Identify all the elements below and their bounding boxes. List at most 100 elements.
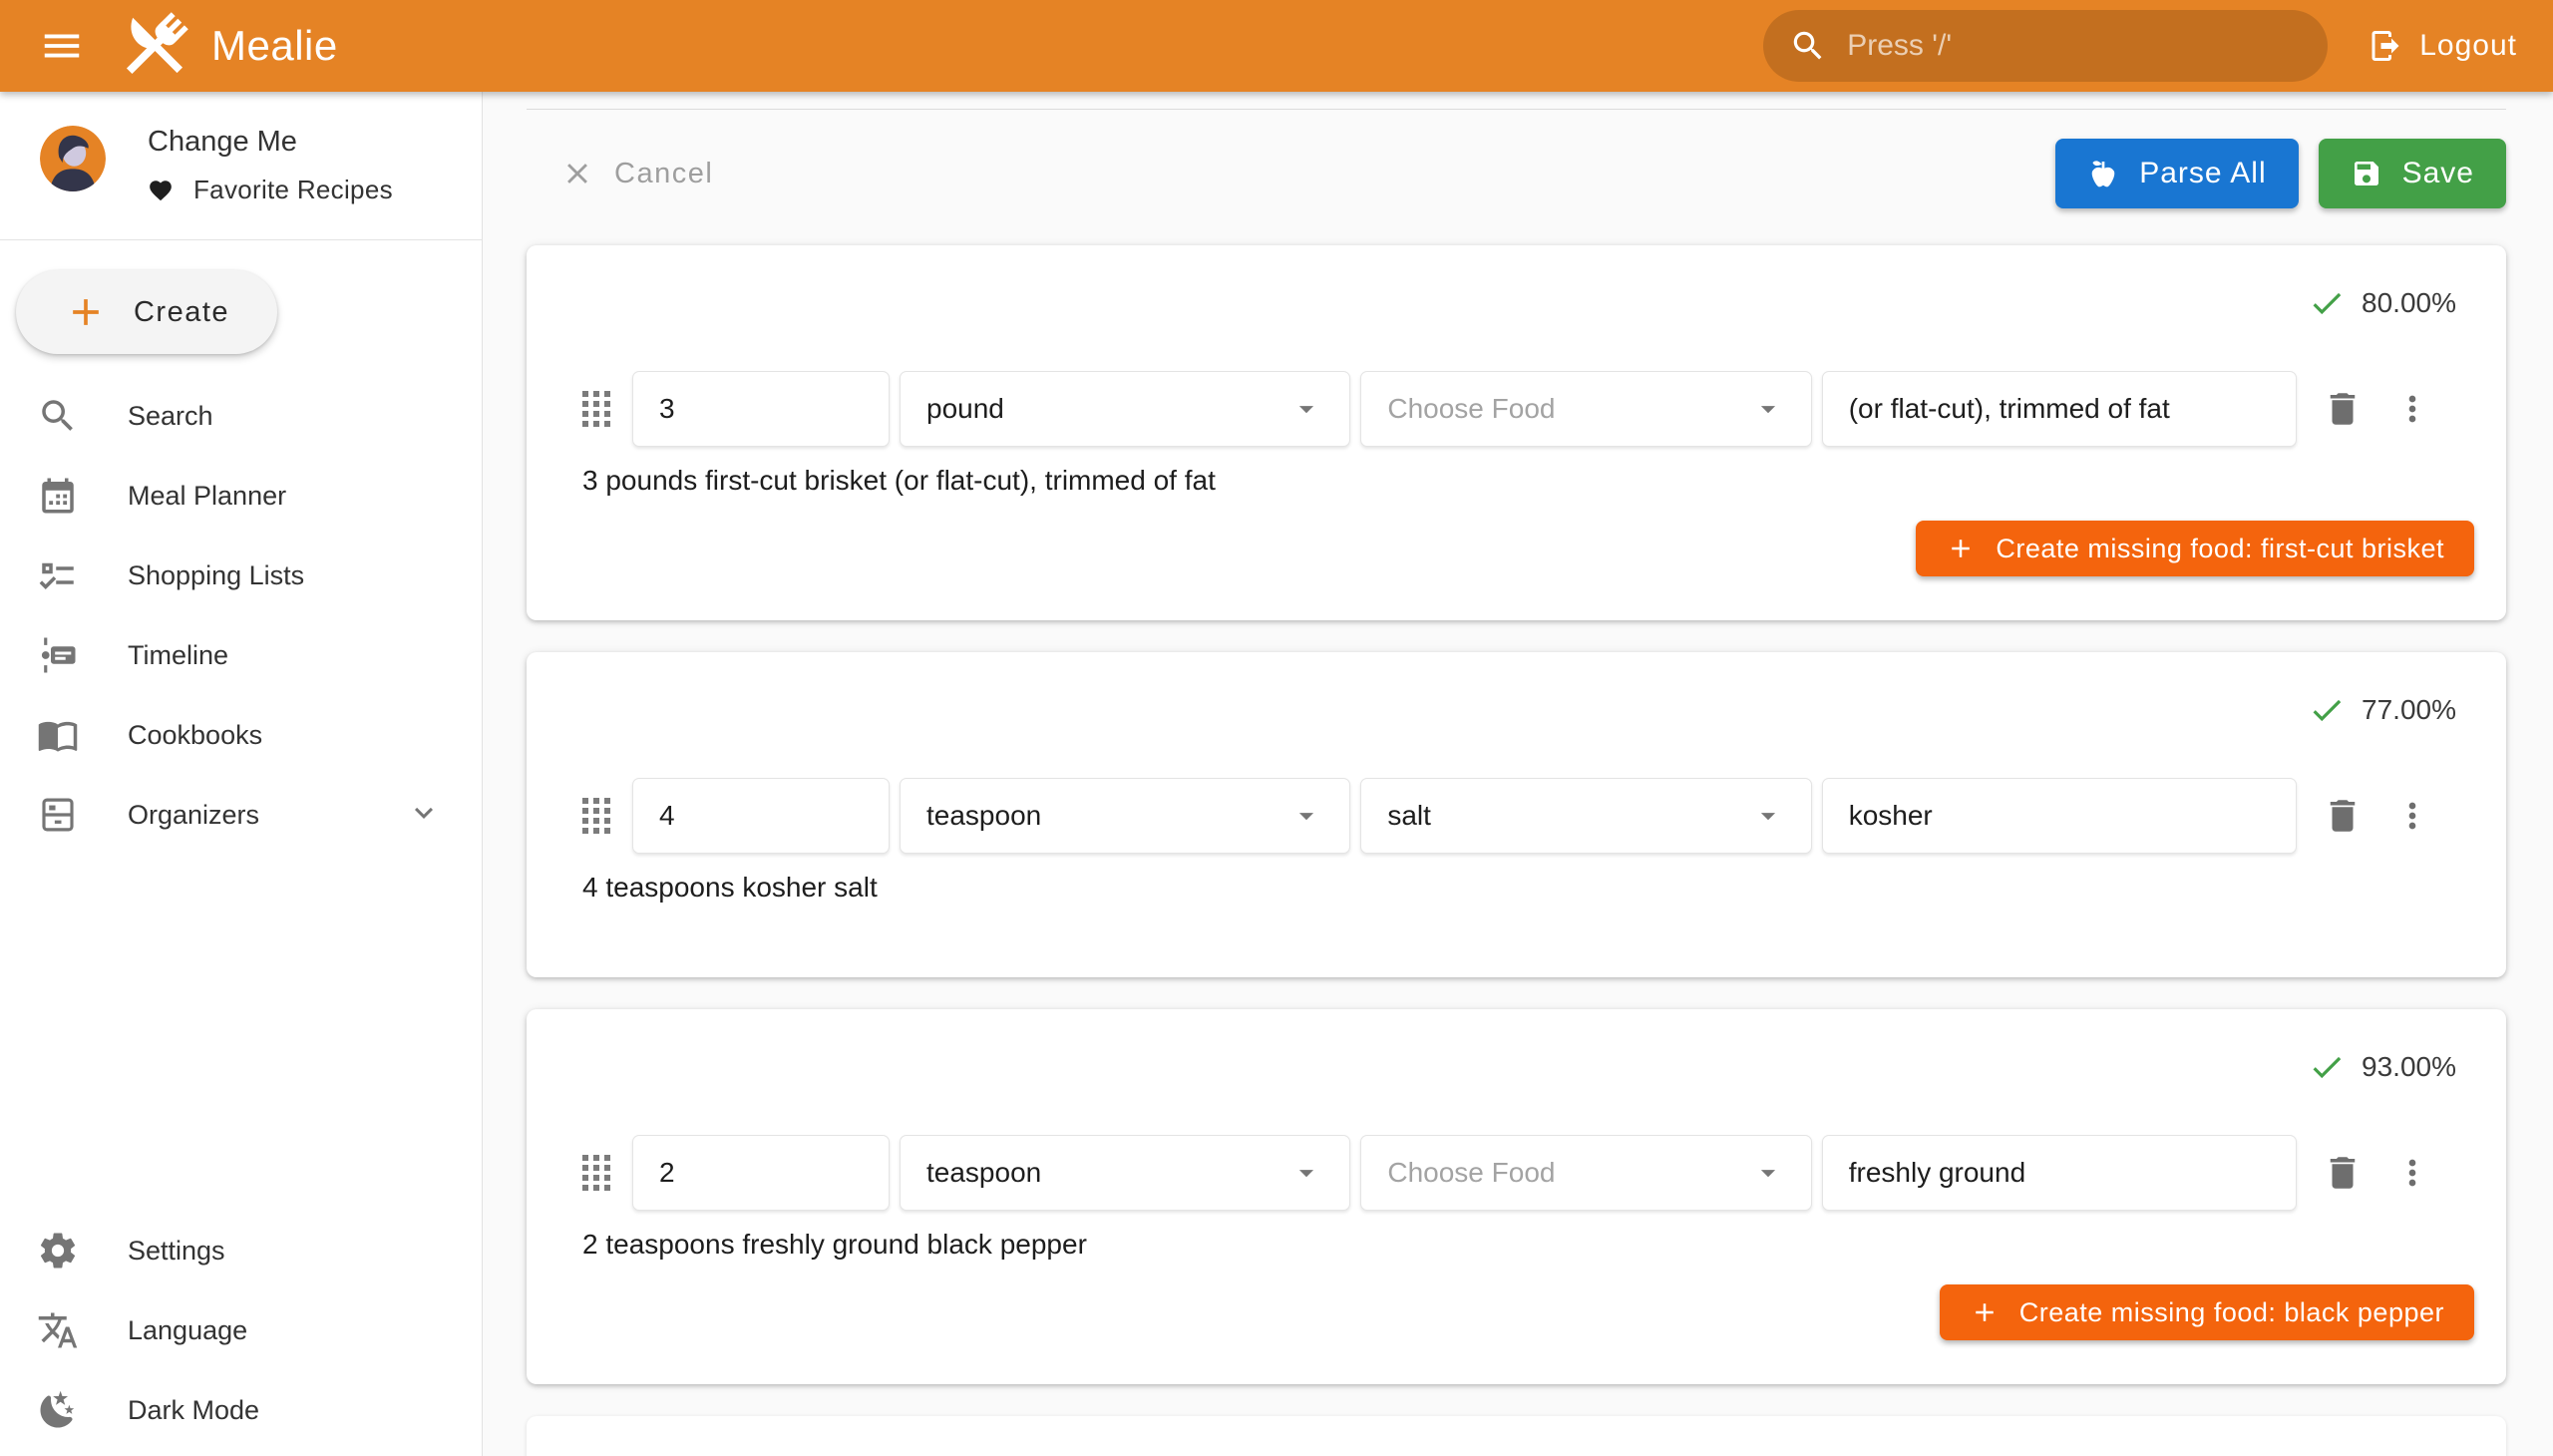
sidebar-item-dark-mode[interactable]: Dark Mode bbox=[0, 1370, 482, 1450]
dropdown-arrow-icon bbox=[1739, 799, 1785, 833]
sidebar-item-label: Meal Planner bbox=[128, 481, 286, 512]
global-search[interactable] bbox=[1763, 10, 2328, 82]
confidence-value: 80.00% bbox=[2362, 287, 2456, 319]
sidebar-item-search[interactable]: Search bbox=[0, 376, 482, 456]
sidebar-item-timeline[interactable]: Timeline bbox=[0, 615, 482, 695]
note-input[interactable]: freshly ground bbox=[1822, 1135, 2297, 1211]
plus-icon bbox=[1970, 1297, 2000, 1327]
apple-icon bbox=[2087, 158, 2119, 189]
sidebar-item-cookbooks[interactable]: Cookbooks bbox=[0, 695, 482, 775]
note-input[interactable]: (or flat-cut), trimmed of fat bbox=[1822, 371, 2297, 447]
trash-icon bbox=[2322, 795, 2364, 837]
unit-select[interactable]: teaspoon bbox=[900, 778, 1350, 854]
food-select[interactable]: Choose Food bbox=[1360, 1135, 1811, 1211]
logout-label: Logout bbox=[2419, 29, 2517, 63]
sidebar-item-meal-planner[interactable]: Meal Planner bbox=[0, 456, 482, 536]
create-missing-food-label: Create missing food: first-cut brisket bbox=[1996, 534, 2444, 564]
heart-icon bbox=[148, 178, 174, 203]
delete-ingredient-button[interactable] bbox=[2313, 1143, 2372, 1203]
food-select-value: Choose Food bbox=[1387, 1157, 1555, 1189]
book-open-icon bbox=[36, 713, 80, 757]
original-ingredient-text: 4 teaspoons kosher salt bbox=[582, 872, 2506, 904]
quantity-value: 2 bbox=[659, 1157, 675, 1189]
create-missing-food-button[interactable]: Create missing food: black pepper bbox=[1940, 1284, 2474, 1340]
quantity-input[interactable]: 2 bbox=[632, 1135, 890, 1211]
cancel-button[interactable]: Cancel bbox=[560, 157, 713, 190]
food-select-value: Choose Food bbox=[1387, 393, 1555, 425]
app-title: Mealie bbox=[211, 22, 338, 70]
create-button[interactable]: Create bbox=[16, 270, 277, 354]
sidebar-divider bbox=[0, 239, 482, 240]
missing-food-row: Create missing food: first-cut brisket bbox=[527, 497, 2506, 620]
original-ingredient-text: 2 teaspoons freshly ground black pepper bbox=[582, 1229, 2506, 1261]
ingredient-card: 77.00% 4 teaspoon salt koshe bbox=[527, 652, 2506, 977]
favorite-recipes-label: Favorite Recipes bbox=[193, 175, 393, 205]
list-checks-icon bbox=[36, 553, 80, 597]
sidebar-item-label: Search bbox=[128, 401, 213, 432]
drag-handle-icon[interactable] bbox=[582, 391, 610, 427]
confidence-check-icon bbox=[2308, 1048, 2346, 1086]
hamburger-menu-button[interactable] bbox=[30, 14, 94, 78]
drag-handle-icon[interactable] bbox=[582, 798, 610, 834]
drag-handle-icon[interactable] bbox=[582, 1155, 610, 1191]
favorite-recipes-link[interactable]: Favorite Recipes bbox=[148, 175, 393, 205]
unit-value: teaspoon bbox=[926, 800, 1041, 832]
mealie-logo-icon[interactable] bbox=[116, 7, 193, 85]
create-button-label: Create bbox=[134, 296, 229, 329]
ingredient-card-partial bbox=[527, 1416, 2506, 1456]
sidebar-item-organizers[interactable]: Organizers bbox=[0, 775, 482, 855]
unit-select[interactable]: teaspoon bbox=[900, 1135, 1350, 1211]
drawers-icon bbox=[36, 793, 80, 837]
original-ingredient-text: 3 pounds first-cut brisket (or flat-cut)… bbox=[582, 465, 2506, 497]
create-missing-food-button[interactable]: Create missing food: first-cut brisket bbox=[1916, 521, 2474, 576]
search-icon bbox=[1789, 27, 1827, 65]
logout-button[interactable]: Logout bbox=[2368, 28, 2517, 64]
parser-toolbar: Cancel Parse All Save bbox=[527, 110, 2506, 237]
note-input[interactable]: kosher bbox=[1822, 778, 2297, 854]
sidebar-item-label: Shopping Lists bbox=[128, 560, 304, 591]
save-button[interactable]: Save bbox=[2319, 139, 2506, 208]
sidebar-item-shopping-lists[interactable]: Shopping Lists bbox=[0, 536, 482, 615]
sidebar-item-label: Cookbooks bbox=[128, 720, 262, 751]
sidebar-item-language[interactable]: Language bbox=[0, 1290, 482, 1370]
calendar-icon bbox=[36, 474, 80, 518]
parse-all-button[interactable]: Parse All bbox=[2055, 139, 2298, 208]
ingredient-menu-button[interactable] bbox=[2382, 379, 2442, 439]
user-profile[interactable]: Change Me Favorite Recipes bbox=[0, 92, 482, 205]
sidebar-item-label: Timeline bbox=[128, 640, 228, 671]
sidebar-item-label: Dark Mode bbox=[128, 1395, 259, 1426]
missing-food-row: Create missing food: black pepper bbox=[527, 1261, 2506, 1384]
save-label: Save bbox=[2402, 157, 2474, 190]
quantity-input[interactable]: 3 bbox=[632, 371, 890, 447]
food-select[interactable]: Choose Food bbox=[1360, 371, 1811, 447]
confidence-value: 77.00% bbox=[2362, 694, 2456, 726]
create-missing-food-label: Create missing food: black pepper bbox=[2019, 1297, 2444, 1328]
app-bar: Mealie Logout bbox=[0, 0, 2553, 92]
food-select[interactable]: salt bbox=[1360, 778, 1811, 854]
unit-select[interactable]: pound bbox=[900, 371, 1350, 447]
delete-ingredient-button[interactable] bbox=[2313, 786, 2372, 846]
confidence-check-icon bbox=[2308, 284, 2346, 322]
confidence-row: 93.00% bbox=[527, 1009, 2506, 1089]
quantity-value: 3 bbox=[659, 393, 675, 425]
logout-icon bbox=[2368, 28, 2403, 64]
ingredient-menu-button[interactable] bbox=[2382, 1143, 2442, 1203]
dropdown-arrow-icon bbox=[1277, 392, 1323, 426]
ingredient-fields-row: 3 pound Choose Food (or flat-cut), trimm… bbox=[527, 371, 2506, 447]
hamburger-icon bbox=[39, 23, 85, 69]
ingredient-menu-button[interactable] bbox=[2382, 786, 2442, 846]
dropdown-arrow-icon bbox=[1739, 392, 1785, 426]
delete-ingredient-button[interactable] bbox=[2313, 379, 2372, 439]
ingredient-card-list: 80.00% 3 pound Choose Food ( bbox=[527, 245, 2506, 1456]
quantity-value: 4 bbox=[659, 800, 675, 832]
avatar[interactable] bbox=[40, 126, 106, 191]
food-select-value: salt bbox=[1387, 800, 1431, 832]
chevron-down-icon bbox=[406, 795, 442, 836]
plus-icon bbox=[1946, 534, 1976, 563]
magnify-icon bbox=[36, 394, 80, 438]
sidebar-item-settings[interactable]: Settings bbox=[0, 1211, 482, 1290]
timeline-icon bbox=[36, 633, 80, 677]
quantity-input[interactable]: 4 bbox=[632, 778, 890, 854]
search-input[interactable] bbox=[1847, 29, 2266, 63]
note-value: freshly ground bbox=[1849, 1157, 2025, 1189]
